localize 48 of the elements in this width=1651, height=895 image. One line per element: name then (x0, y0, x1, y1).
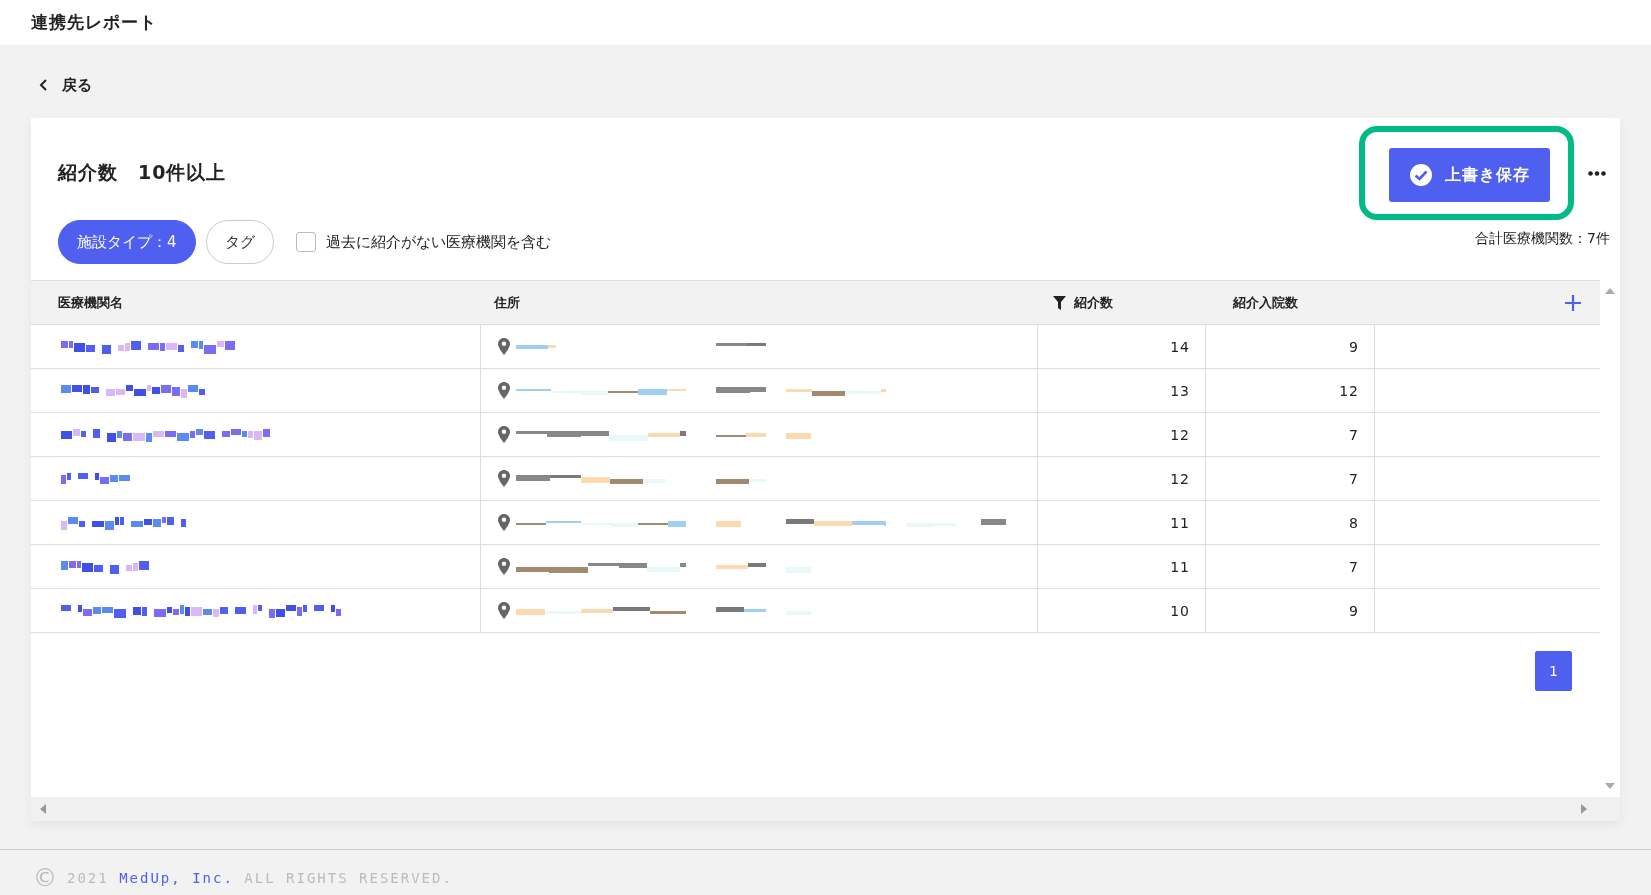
table-cell: 9 (1349, 602, 1359, 619)
check-circle-icon (1409, 163, 1433, 187)
total-count: 合計医療機関数：7件 (1475, 230, 1610, 248)
table-cell: 13 (1170, 382, 1190, 399)
table-cell: 8 (1349, 514, 1359, 531)
scroll-right-icon[interactable] (1581, 804, 1587, 814)
scroll-left-icon[interactable] (40, 804, 46, 814)
location-pin-icon (498, 470, 510, 487)
report-title: 紹介数 10件以上 (58, 160, 227, 185)
more-icon (1588, 170, 1606, 176)
add-column-icon[interactable] (1564, 293, 1582, 312)
scroll-up-icon[interactable] (1605, 288, 1615, 294)
location-pin-icon (498, 602, 510, 619)
table-cell: 7 (1349, 426, 1359, 443)
filter-chip[interactable]: タグ (205, 220, 274, 264)
chevron-left-icon (39, 79, 48, 91)
table-cell: 12 (1339, 382, 1359, 399)
table-cell: 10 (1170, 602, 1190, 619)
redacted-name (61, 470, 131, 487)
table-cell: 12 (1170, 426, 1190, 443)
table-cell: 14 (1170, 338, 1190, 355)
column-header[interactable]: 住所 (481, 293, 1038, 312)
location-pin-icon (498, 426, 510, 443)
page-button[interactable]: 1 (1535, 651, 1572, 691)
table-cell: 9 (1349, 338, 1359, 355)
column-header[interactable]: 医療機関名 (31, 293, 481, 312)
table-cell: 11 (1170, 514, 1190, 531)
table-cell: 7 (1349, 470, 1359, 487)
location-pin-icon (498, 514, 510, 531)
back-link[interactable]: 戻る (39, 72, 92, 98)
copyright-symbol: © (33, 866, 57, 890)
location-pin-icon (498, 382, 510, 399)
checkbox[interactable] (295, 232, 316, 252)
location-pin-icon (498, 558, 510, 575)
table-cell: 7 (1349, 558, 1359, 575)
table-cell: 11 (1170, 558, 1190, 575)
page-title: 連携先レポート (31, 11, 157, 34)
table-cell: 12 (1170, 470, 1190, 487)
include-checkbox[interactable]: 過去に紹介がない医療機関を含む (295, 232, 551, 252)
save-button[interactable]: 上書き保存 (1389, 148, 1550, 202)
location-pin-icon (498, 338, 510, 355)
filter-icon (1053, 295, 1066, 310)
column-header[interactable]: 紹介入院数 (1206, 293, 1375, 312)
filter-chip[interactable]: 施設タイプ：4 (58, 220, 196, 264)
scroll-down-icon[interactable] (1605, 783, 1615, 789)
horizontal-scrollbar[interactable] (31, 797, 1620, 821)
company-link[interactable]: MedUp, Inc. (119, 870, 234, 886)
column-header[interactable]: 紹介数 (1038, 293, 1206, 312)
